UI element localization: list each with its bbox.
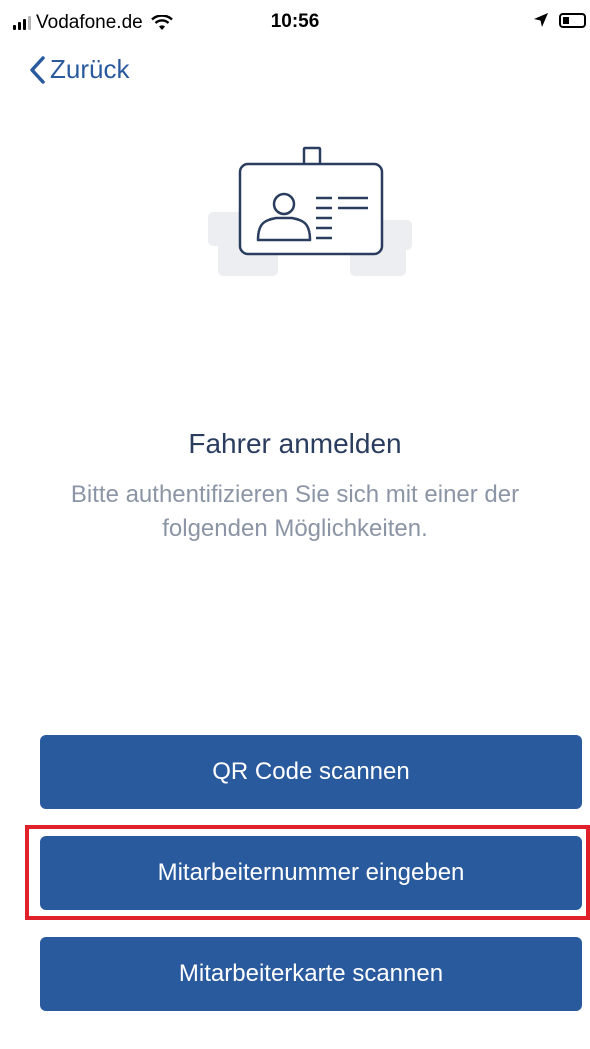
scan-employee-card-button-label: Mitarbeiterkarte scannen — [178, 960, 444, 987]
selection-highlight — [25, 825, 590, 920]
location-arrow-icon — [534, 13, 548, 27]
page-title: Fahrer anmelden — [188, 428, 402, 459]
back-button[interactable]: Zurück — [28, 54, 129, 85]
scan-qr-code-button-label: QR Code scannen — [212, 758, 410, 785]
scan-employee-card-button[interactable]: Mitarbeiterkarte scannen — [40, 937, 582, 1011]
status-bar: Vodafone.de 10:56 — [0, 0, 590, 46]
back-button-label: Zurück — [50, 54, 130, 84]
id-badge-icon — [208, 146, 412, 276]
chevron-left-icon — [30, 55, 45, 84]
scan-qr-code-button[interactable]: QR Code scannen — [40, 735, 582, 809]
status-time: 10:56 — [270, 11, 320, 32]
battery-icon — [559, 12, 586, 28]
status-right — [533, 12, 586, 28]
page-subtitle: Bitte authentifizieren Sie sich mit eine… — [70, 481, 520, 542]
